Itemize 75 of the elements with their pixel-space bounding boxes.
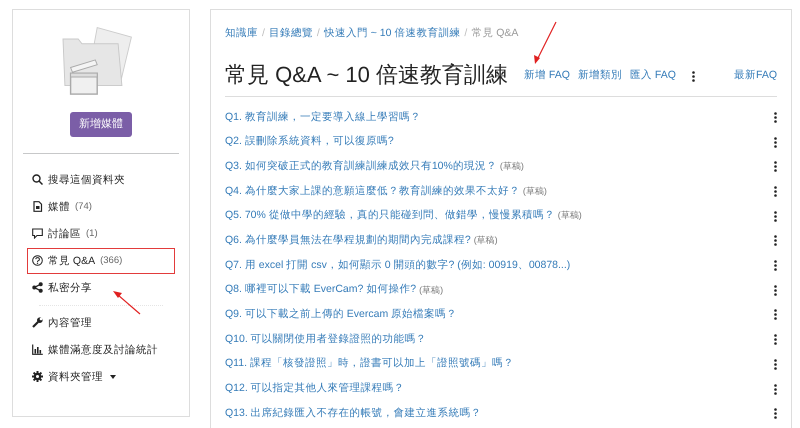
more-options-icon[interactable]	[774, 408, 777, 420]
sidebar-item[interactable]: 討論區 (1)	[27, 220, 175, 246]
breadcrumb-separator: /	[316, 26, 320, 41]
add-media-button[interactable]: 新增媒體	[70, 112, 132, 136]
page-title: 常見 Q&A ~ 10 倍速教育訓練	[225, 62, 508, 88]
latest-faq-link[interactable]: 最新FAQ	[734, 68, 777, 84]
item-label: 媒體滿意度及討論統計	[48, 342, 158, 358]
draft-label: (草稿)	[500, 160, 524, 174]
action-link[interactable]: 新增類別	[578, 68, 622, 84]
faq-question-link[interactable]: Q1. 教育訓練，一定要導入線上學習嗎？	[225, 110, 421, 126]
help-icon	[32, 255, 43, 266]
more-options-icon[interactable]	[774, 235, 777, 246]
annotation-arrow	[534, 22, 557, 64]
more-options-icon[interactable]	[774, 112, 777, 123]
search-icon	[32, 174, 43, 185]
faq-question-link[interactable]: Q5. 70% 從做中學的經驗，真的只能碰到問、做錯學，慢慢累積嗎？	[225, 208, 555, 224]
wrench-icon	[32, 317, 43, 328]
item-label: 常見 Q&A	[48, 254, 96, 268]
faq-question-link[interactable]: Q7. 用 excel 打開 csv，如何顯示 0 開頭的數字? (例如: 00919、00878...)	[225, 258, 570, 274]
share-icon	[32, 282, 43, 293]
more-options-icon[interactable]	[774, 358, 777, 370]
faq-question-link[interactable]: Q8. 哪裡可以下載 EverCam? 如何操作?	[225, 282, 416, 298]
breadcrumb-link[interactable]: 目錄總覽	[268, 26, 313, 42]
draft-label: (草稿)	[474, 234, 498, 248]
action-link[interactable]: 匯入 FAQ	[630, 68, 676, 84]
item-label: 資料夾管理	[48, 370, 103, 384]
chat-icon	[32, 228, 43, 239]
item-label: 內容管理	[48, 316, 92, 330]
breadcrumb-separator: /	[262, 26, 265, 41]
more-options-icon[interactable]	[774, 284, 777, 296]
sidebar-item[interactable]: 媒體 (74)	[27, 194, 175, 220]
breadcrumb-link[interactable]: 快速入門 ~ 10 倍速教育訓練	[324, 26, 460, 42]
settings-icon	[32, 371, 43, 382]
file-icon	[32, 201, 43, 212]
breadcrumb-link[interactable]: 知識庫	[225, 26, 258, 42]
more-options-icon[interactable]	[774, 161, 777, 172]
more-options-icon[interactable]	[692, 70, 695, 82]
more-options-icon[interactable]	[774, 309, 777, 320]
item-label: 搜尋這個資料夾	[48, 172, 125, 188]
draft-label: (草稿)	[419, 284, 444, 297]
faq-question-link[interactable]: Q9. 可以下載之前上傳的 Evercam 原始檔案嗎？	[225, 307, 458, 323]
draft-label: (草稿)	[522, 184, 547, 198]
sidebar-item[interactable]: 私密分享	[27, 274, 175, 300]
more-options-icon[interactable]	[774, 334, 777, 346]
breadcrumb-current: 常見 Q&A	[471, 26, 518, 41]
faq-question-link[interactable]: Q4. 為什麼大家上課的意願這麼低？教育訓練的效果不太好？	[225, 184, 520, 200]
sidebar-item[interactable]: 資料夾管理	[27, 364, 175, 390]
more-options-icon[interactable]	[774, 260, 777, 272]
more-options-icon[interactable]	[774, 384, 777, 395]
breadcrumb-separator: /	[464, 26, 468, 41]
item-count: (366)	[100, 254, 122, 268]
item-label: 媒體	[48, 200, 70, 214]
item-count: (74)	[75, 200, 92, 214]
more-options-icon[interactable]	[774, 136, 777, 148]
draft-label: (草稿)	[558, 209, 582, 222]
annotation-arrow	[113, 291, 140, 314]
item-label: 私密分享	[48, 280, 92, 296]
faq-question-link[interactable]: Q10. 可以關閉使用者登錄證照的功能嗎？	[225, 332, 427, 348]
more-options-icon[interactable]	[774, 186, 777, 198]
action-link[interactable]: 新增 FAQ	[524, 68, 570, 84]
faq-question-link[interactable]: Q13. 出席紀錄匯入不存在的帳號，會建立進系統嗎？	[225, 406, 482, 422]
sidebar-item[interactable]: 常見 Q&A (366)	[27, 248, 175, 274]
bar-chart-icon	[32, 344, 43, 355]
faq-question-link[interactable]: Q3. 如何突破正式的教育訓練訓練成效只有10%的現況？	[225, 158, 497, 175]
faq-question-link[interactable]: Q2. 誤刪除系統資料，可以復原嗎?	[225, 134, 394, 150]
sidebar-item[interactable]: 媒體滿意度及討論統計	[27, 336, 175, 362]
sidebar-item[interactable]: 內容管理	[27, 310, 175, 336]
sidebar-item[interactable]: 搜尋這個資料夾	[27, 166, 175, 192]
item-count: (1)	[86, 226, 98, 240]
faq-question-link[interactable]: Q12. 可以指定其他人來管理課程嗎？	[225, 381, 405, 397]
faq-question-link[interactable]: Q11. 課程「核發證照」時，證書可以加上「證照號碼」嗎？	[225, 356, 514, 372]
caret-icon	[110, 374, 116, 378]
item-label: 討論區	[48, 226, 81, 242]
faq-question-link[interactable]: Q6. 為什麼學員無法在學程規劃的期間內完成課程?	[225, 233, 471, 249]
more-options-icon[interactable]	[774, 210, 777, 222]
